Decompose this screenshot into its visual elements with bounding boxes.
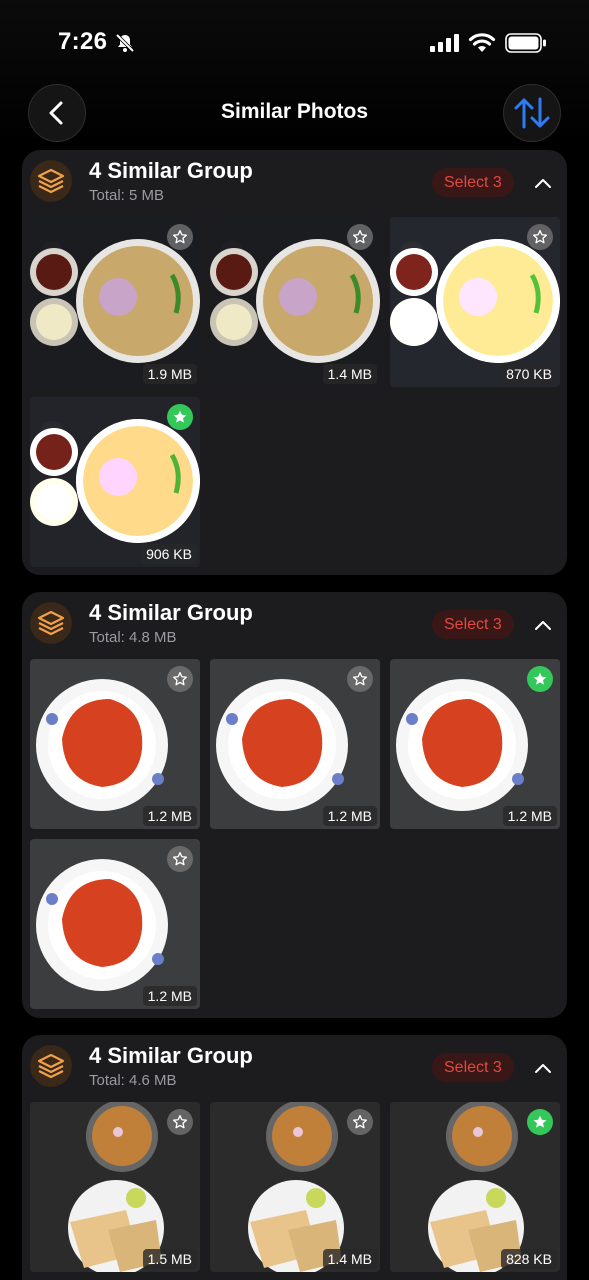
star-icon[interactable] bbox=[347, 224, 373, 250]
star-filled-icon[interactable] bbox=[167, 404, 193, 430]
photo-thumbnail[interactable]: 870 KB bbox=[390, 217, 560, 387]
file-size-label: 1.2 MB bbox=[142, 986, 197, 1006]
stack-icon-badge bbox=[30, 1045, 72, 1087]
file-size-label: 1.2 MB bbox=[142, 806, 197, 826]
photo-thumbnail[interactable]: 1.2 MB bbox=[30, 659, 200, 829]
chevron-up-icon[interactable] bbox=[532, 172, 554, 194]
layers-icon bbox=[37, 168, 65, 194]
file-size-label: 906 KB bbox=[141, 544, 197, 564]
similar-group: 4 Similar Group Total: 4.6 MB Select 3 1… bbox=[22, 1035, 567, 1280]
star-icon[interactable] bbox=[167, 846, 193, 872]
layers-icon bbox=[37, 610, 65, 636]
star-icon[interactable] bbox=[167, 1109, 193, 1135]
star-icon[interactable] bbox=[167, 666, 193, 692]
sort-arrows-icon bbox=[514, 97, 550, 129]
photo-thumbnail[interactable]: 1.9 MB bbox=[30, 217, 200, 387]
select-button[interactable]: Select 3 bbox=[432, 610, 514, 639]
photo-thumbnail[interactable]: 1.2 MB bbox=[30, 839, 200, 1009]
file-size-label: 870 KB bbox=[501, 364, 557, 384]
file-size-label: 1.9 MB bbox=[142, 364, 197, 384]
photo-thumbnail[interactable]: 1.4 MB bbox=[210, 1102, 380, 1272]
group-total-size: Total: 4.6 MB bbox=[89, 1072, 177, 1089]
file-size-label: 828 KB bbox=[501, 1249, 557, 1269]
star-filled-icon[interactable] bbox=[527, 666, 553, 692]
stack-icon-badge bbox=[30, 160, 72, 202]
file-size-label: 1.4 MB bbox=[322, 364, 377, 384]
group-title: 4 Similar Group bbox=[89, 600, 253, 625]
similar-group: 4 Similar Group Total: 5 MB Select 3 1.9… bbox=[22, 150, 567, 575]
cellular-signal-icon bbox=[430, 34, 459, 52]
photo-thumbnail[interactable]: 906 KB bbox=[30, 397, 200, 567]
group-title: 4 Similar Group bbox=[89, 1043, 253, 1068]
star-icon[interactable] bbox=[527, 224, 553, 250]
chevron-up-icon[interactable] bbox=[532, 614, 554, 636]
photo-thumbnail[interactable]: 828 KB bbox=[390, 1102, 560, 1272]
photo-thumbnail[interactable]: 1.4 MB bbox=[210, 217, 380, 387]
photo-thumbnail[interactable]: 1.5 MB bbox=[30, 1102, 200, 1272]
select-button[interactable]: Select 3 bbox=[432, 168, 514, 197]
photo-thumbnail[interactable]: 1.2 MB bbox=[390, 659, 560, 829]
file-size-label: 1.5 MB bbox=[142, 1249, 197, 1269]
layers-icon bbox=[37, 1053, 65, 1079]
star-icon[interactable] bbox=[347, 666, 373, 692]
star-icon[interactable] bbox=[347, 1109, 373, 1135]
photo-thumbnail[interactable]: 1.2 MB bbox=[210, 659, 380, 829]
group-total-size: Total: 4.8 MB bbox=[89, 629, 177, 646]
group-total-size: Total: 5 MB bbox=[89, 187, 165, 204]
wifi-icon bbox=[468, 33, 496, 52]
chevron-up-icon[interactable] bbox=[532, 1057, 554, 1079]
file-size-label: 1.2 MB bbox=[322, 806, 377, 826]
bell-muted-icon bbox=[115, 33, 135, 53]
star-filled-icon[interactable] bbox=[527, 1109, 553, 1135]
file-size-label: 1.4 MB bbox=[322, 1249, 377, 1269]
star-icon[interactable] bbox=[167, 224, 193, 250]
select-button[interactable]: Select 3 bbox=[432, 1053, 514, 1082]
stack-icon-badge bbox=[30, 602, 72, 644]
top-bar: 7:26 Similar Photos bbox=[0, 0, 589, 146]
battery-icon bbox=[505, 33, 546, 53]
similar-group: 4 Similar Group Total: 4.8 MB Select 3 1… bbox=[22, 592, 567, 1018]
status-time: 7:26 bbox=[58, 28, 108, 55]
page-title: Similar Photos bbox=[220, 100, 369, 123]
status-bar: 7:26 bbox=[0, 0, 589, 86]
file-size-label: 1.2 MB bbox=[502, 806, 557, 826]
group-title: 4 Similar Group bbox=[89, 158, 253, 183]
sort-button[interactable] bbox=[503, 84, 561, 142]
